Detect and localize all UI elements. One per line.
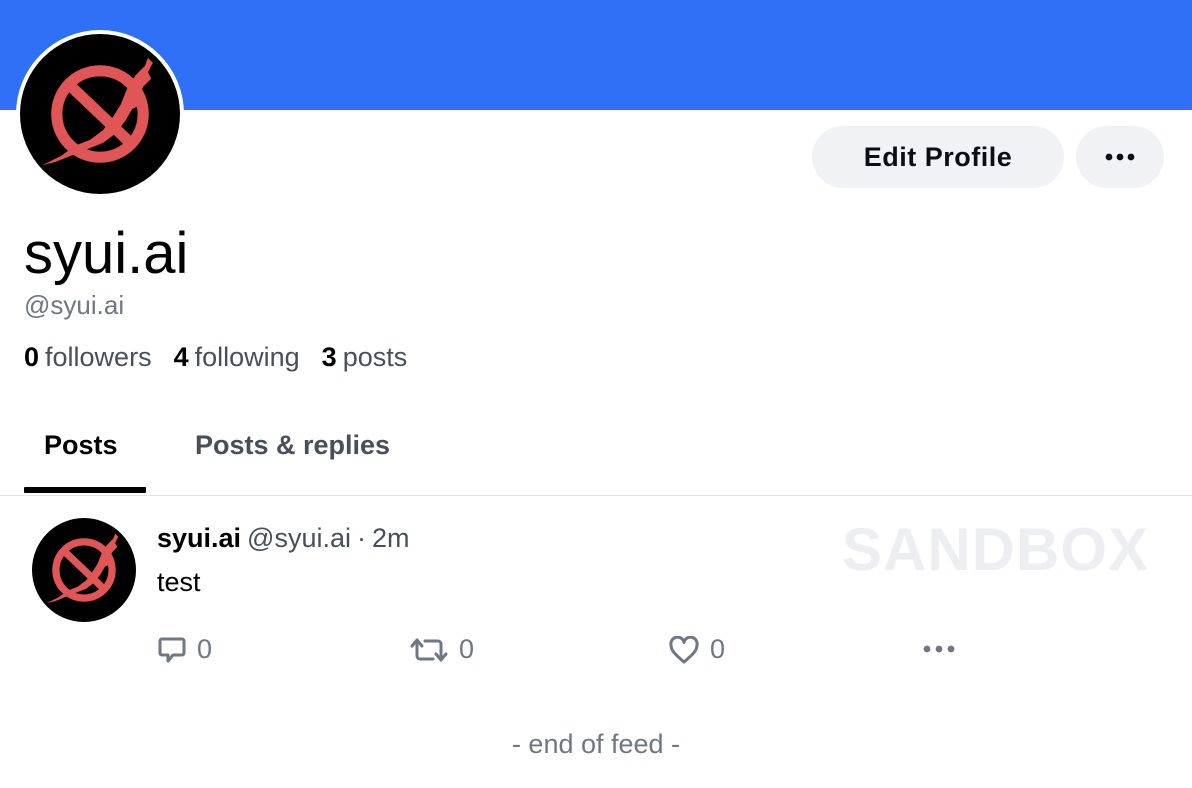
- repost-icon: [410, 638, 448, 661]
- profile-stats: 0 followers 4 following 3 posts: [24, 338, 407, 376]
- end-of-feed-label: - end of feed -: [511, 729, 681, 759]
- post-avatar[interactable]: [32, 518, 136, 622]
- posts-label: posts: [342, 342, 408, 372]
- following-count: 4: [173, 342, 189, 372]
- repost-button[interactable]: 0: [409, 634, 474, 665]
- followers-count: 0: [24, 342, 40, 372]
- bird-logo-icon: [20, 34, 180, 194]
- post-text: test: [157, 567, 201, 597]
- post-author-name[interactable]: syui.ai: [157, 523, 241, 553]
- profile-tabs: Posts Posts & replies: [0, 410, 1192, 496]
- post-separator: ·: [357, 523, 366, 553]
- tab-posts-and-replies[interactable]: Posts & replies: [195, 430, 390, 461]
- reply-icon: [158, 637, 186, 662]
- edit-profile-button[interactable]: Edit Profile: [812, 126, 1064, 188]
- reply-count: 0: [197, 634, 213, 664]
- post-more-button[interactable]: [922, 644, 956, 654]
- following-label: following: [194, 342, 300, 372]
- ellipsis-icon: [923, 645, 955, 653]
- profile-avatar[interactable]: [16, 30, 184, 198]
- like-button[interactable]: 0: [668, 634, 725, 665]
- posts-stat: 3 posts: [322, 338, 408, 376]
- heart-icon: [669, 635, 699, 663]
- like-count: 0: [710, 634, 726, 664]
- post-author-handle[interactable]: @syui.ai: [247, 523, 351, 553]
- followers-label: followers: [45, 342, 152, 372]
- post-timestamp[interactable]: 2m: [372, 523, 410, 553]
- following-stat[interactable]: 4 following: [174, 338, 300, 376]
- active-tab-indicator: [24, 487, 146, 493]
- feed-post[interactable]: syui.ai @syui.ai · 2m SANDBOX test 0 0 0: [0, 496, 1192, 686]
- tab-posts[interactable]: Posts: [44, 430, 118, 461]
- followers-stat[interactable]: 0 followers: [24, 338, 152, 376]
- post-header: syui.ai @syui.ai · 2m: [157, 520, 410, 556]
- profile-more-button[interactable]: [1076, 126, 1164, 188]
- ellipsis-icon: [1105, 153, 1135, 161]
- reply-button[interactable]: 0: [157, 634, 212, 665]
- profile-display-name: syui.ai: [24, 221, 189, 286]
- bird-logo-icon: [46, 533, 119, 604]
- profile-page: Edit Profile syui.ai @syui.ai 0 followers…: [0, 0, 1192, 788]
- repost-count: 0: [459, 634, 475, 664]
- posts-count: 3: [321, 342, 337, 372]
- profile-handle: @syui.ai: [24, 290, 125, 320]
- sandbox-watermark: SANDBOX: [842, 516, 1150, 583]
